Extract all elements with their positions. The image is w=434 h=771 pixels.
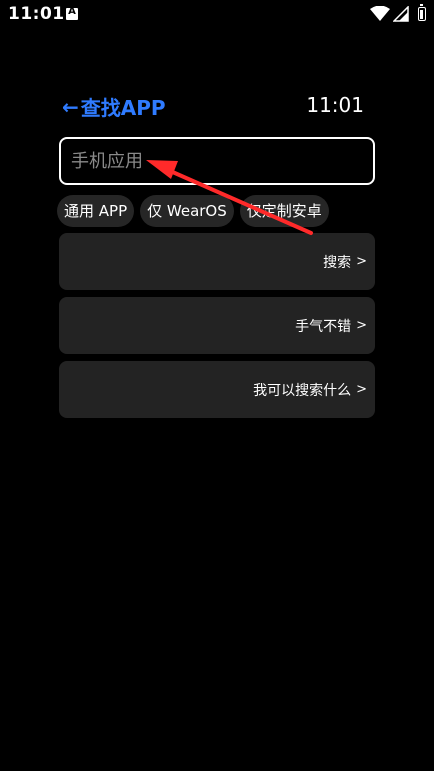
battery-icon (418, 4, 426, 21)
watch-clock: 11:01 (306, 93, 364, 117)
search-button[interactable]: 搜索 > (59, 233, 375, 290)
chip-general-app[interactable]: 通用 APP (57, 195, 135, 227)
filter-chips: 通用 APP 仅 WearOS 仅定制安卓 (57, 195, 329, 227)
wifi-icon (370, 6, 390, 21)
search-input[interactable] (61, 139, 373, 183)
signal-icon (393, 6, 409, 22)
feeling-lucky-label: 手气不错 (295, 318, 352, 335)
status-bar: 11:01 A (0, 0, 434, 30)
search-button-label: 搜索 (323, 254, 352, 271)
header: ← 查找APP 11:01 (62, 90, 374, 124)
chevron-right-icon: > (356, 318, 367, 333)
chevron-right-icon: > (356, 254, 367, 269)
back-button[interactable]: ← 查找APP (62, 92, 166, 121)
what-can-i-search-button[interactable]: 我可以搜索什么 > (59, 361, 375, 418)
chevron-right-icon: > (356, 382, 367, 397)
what-can-i-search-label: 我可以搜索什么 (253, 382, 352, 399)
page-title: 查找APP (80, 96, 166, 120)
chip-wearos-only[interactable]: 仅 WearOS (140, 195, 234, 227)
notification-letter: A (68, 6, 76, 17)
back-arrow-icon: ← (62, 94, 79, 119)
a-icon: A (66, 6, 78, 20)
chip-custom-android-only[interactable]: 仅定制安卓 (239, 195, 329, 227)
status-time: 11:01 (8, 4, 65, 24)
search-field-container (59, 137, 375, 185)
feeling-lucky-button[interactable]: 手气不错 > (59, 297, 375, 354)
